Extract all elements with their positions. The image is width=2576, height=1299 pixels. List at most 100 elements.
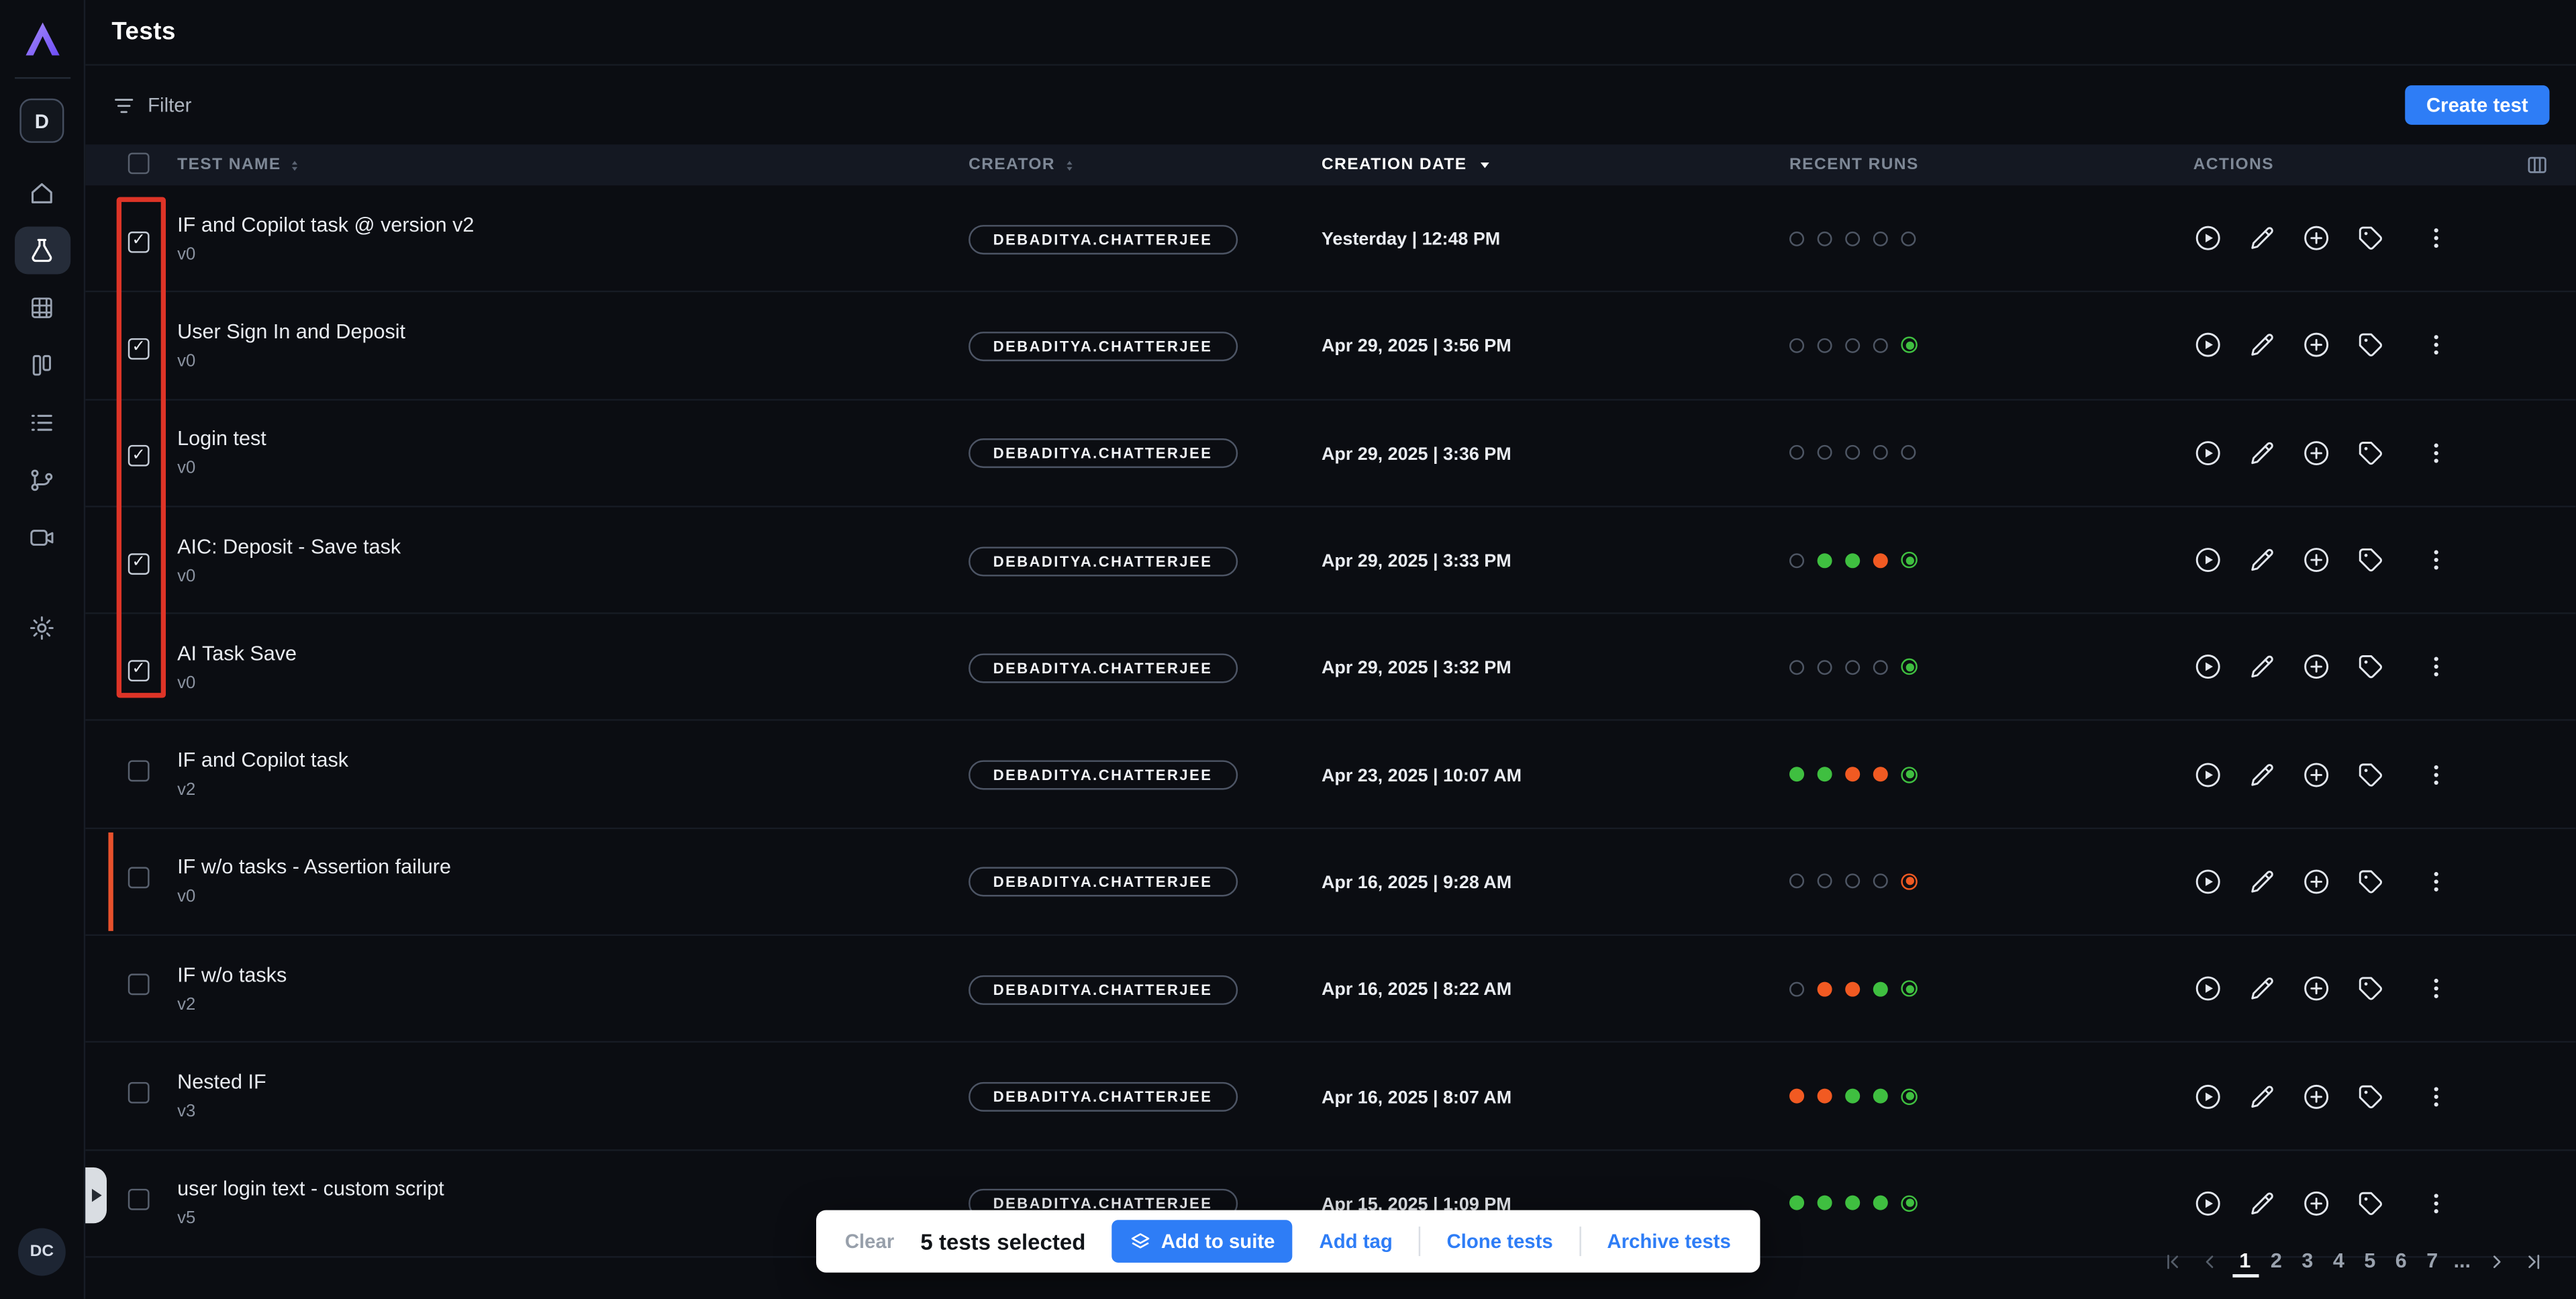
test-name[interactable]: IF and Copilot task @ version v2 [177,213,969,236]
tag-icon[interactable] [2356,545,2385,575]
edit-test-icon[interactable] [2247,331,2277,360]
run-test-icon[interactable] [2193,1188,2223,1218]
edit-test-icon[interactable] [2247,867,2277,896]
edit-test-icon[interactable] [2247,545,2277,575]
sort-icon[interactable] [287,155,302,175]
sidebar-item-flows[interactable] [14,456,70,504]
row-checkbox[interactable] [128,338,150,360]
row-checkbox[interactable] [128,1081,150,1103]
sidebar-item-tests[interactable] [14,227,70,275]
row-checkbox[interactable] [128,974,150,996]
test-name[interactable]: user login text - custom script [177,1177,969,1200]
add-to-suite-icon[interactable] [2301,438,2331,467]
sidebar-item-runs[interactable] [14,399,70,446]
tag-icon[interactable] [2356,331,2385,360]
edit-test-icon[interactable] [2247,760,2277,789]
sidebar-item-data[interactable] [14,284,70,332]
run-test-icon[interactable] [2193,224,2223,253]
clone-tests-button[interactable]: Clone tests [1446,1230,1552,1253]
sidebar-item-home[interactable] [14,169,70,217]
test-name[interactable]: Login test [177,428,969,450]
tag-icon[interactable] [2356,760,2385,789]
filter-button[interactable]: Filter [111,93,191,117]
more-actions-icon[interactable] [2423,332,2449,358]
more-actions-icon[interactable] [2423,654,2449,680]
row-checkbox[interactable] [128,231,150,252]
row-checkbox[interactable] [128,445,150,467]
create-test-button[interactable]: Create test [2405,85,2549,125]
add-to-suite-icon[interactable] [2301,224,2331,253]
add-to-suite-icon[interactable] [2301,1188,2331,1218]
tag-icon[interactable] [2356,224,2385,253]
add-to-suite-icon[interactable] [2301,760,2331,789]
run-test-icon[interactable] [2193,653,2223,682]
select-all-checkbox[interactable] [128,152,150,173]
last-page-button[interactable] [2517,1243,2550,1280]
test-name[interactable]: User Sign In and Deposit [177,320,969,343]
tag-icon[interactable] [2356,974,2385,1004]
first-page-button[interactable] [2157,1243,2189,1280]
col-creation-date[interactable]: CREATION DATE [1322,156,1467,174]
sidebar-item-settings[interactable] [14,604,70,652]
test-name[interactable]: IF w/o tasks - Assertion failure [177,856,969,879]
row-checkbox[interactable] [128,867,150,888]
test-name[interactable]: AIC: Deposit - Save task [177,534,969,557]
add-to-suite-icon[interactable] [2301,653,2331,682]
run-test-icon[interactable] [2193,331,2223,360]
edit-test-icon[interactable] [2247,653,2277,682]
row-checkbox[interactable] [128,1188,150,1210]
clear-selection-button[interactable]: Clear [845,1230,894,1253]
tag-icon[interactable] [2356,867,2385,896]
pagination-page-4[interactable]: 4 [2326,1245,2352,1276]
row-checkbox[interactable] [128,660,150,681]
edit-test-icon[interactable] [2247,224,2277,253]
run-test-icon[interactable] [2193,1081,2223,1111]
run-test-icon[interactable] [2193,867,2223,896]
add-to-suite-icon[interactable] [2301,1081,2331,1111]
run-test-icon[interactable] [2193,438,2223,467]
more-actions-icon[interactable] [2423,1083,2449,1109]
more-actions-icon[interactable] [2423,761,2449,787]
test-name[interactable]: Nested IF [177,1071,969,1094]
edit-test-icon[interactable] [2247,1188,2277,1218]
pagination-page-5[interactable]: 5 [2357,1245,2383,1276]
add-to-suite-icon[interactable] [2301,974,2331,1004]
run-test-icon[interactable] [2193,974,2223,1004]
edit-test-icon[interactable] [2247,1081,2277,1111]
more-actions-icon[interactable] [2423,547,2449,573]
tag-icon[interactable] [2356,1081,2385,1111]
sidebar-item-recordings[interactable] [14,514,70,562]
col-test-name[interactable]: TEST NAME [177,156,281,174]
next-page-button[interactable] [2479,1243,2512,1280]
col-creator[interactable]: CREATOR [969,156,1055,174]
edit-test-icon[interactable] [2247,974,2277,1004]
row-checkbox[interactable] [128,760,150,781]
archive-tests-button[interactable]: Archive tests [1607,1230,1730,1253]
more-actions-icon[interactable] [2423,440,2449,466]
test-name[interactable]: IF w/o tasks [177,963,969,986]
run-test-icon[interactable] [2193,760,2223,789]
add-to-suite-icon[interactable] [2301,545,2331,575]
add-to-suite-icon[interactable] [2301,331,2331,360]
add-to-suite-icon[interactable] [2301,867,2331,896]
user-avatar[interactable]: DC [18,1229,66,1276]
pagination-page-7[interactable]: 7 [2419,1245,2445,1276]
tag-icon[interactable] [2356,1188,2385,1218]
run-test-icon[interactable] [2193,545,2223,575]
add-to-suite-button[interactable]: Add to suite [1112,1220,1293,1263]
edit-test-icon[interactable] [2247,438,2277,467]
more-actions-icon[interactable] [2423,1190,2449,1216]
pagination-page-2[interactable]: 2 [2263,1245,2289,1276]
pagination-page-6[interactable]: 6 [2388,1245,2414,1276]
test-name[interactable]: IF and Copilot task [177,749,969,772]
sort-icon[interactable] [1062,155,1077,175]
row-checkbox[interactable] [128,552,150,574]
tag-icon[interactable] [2356,438,2385,467]
more-actions-icon[interactable] [2423,869,2449,895]
tag-icon[interactable] [2356,653,2385,682]
manage-columns-icon[interactable] [2525,152,2550,177]
more-actions-icon[interactable] [2423,225,2449,251]
pagination-page-1[interactable]: 1 [2232,1245,2258,1276]
pagination-page-3[interactable]: 3 [2294,1245,2320,1276]
add-tag-button[interactable]: Add tag [1320,1230,1393,1253]
